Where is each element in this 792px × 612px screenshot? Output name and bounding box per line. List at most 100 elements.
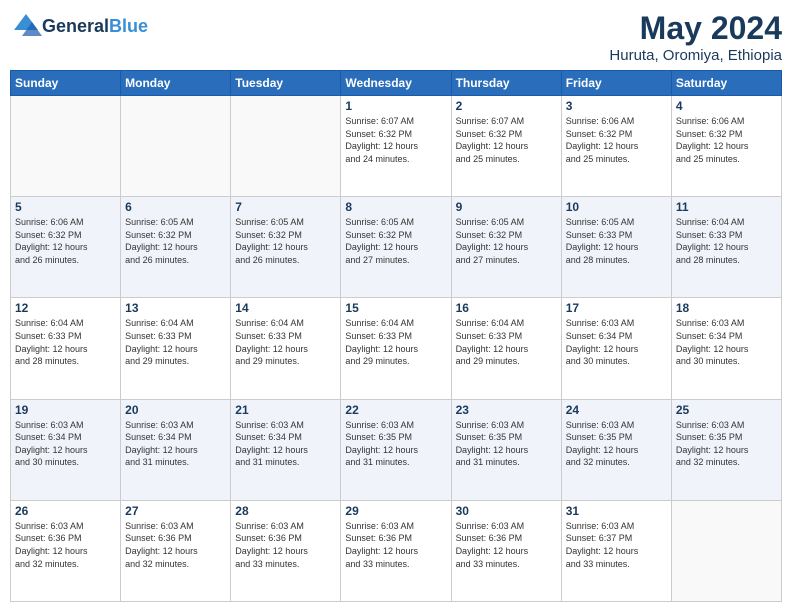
- day-info: Sunrise: 6:04 AM Sunset: 6:33 PM Dayligh…: [676, 216, 777, 266]
- day-number: 25: [676, 403, 777, 417]
- table-row: 4Sunrise: 6:06 AM Sunset: 6:32 PM Daylig…: [671, 96, 781, 197]
- col-sunday: Sunday: [11, 71, 121, 96]
- day-number: 26: [15, 504, 116, 518]
- logo-icon: [10, 10, 42, 42]
- calendar-week-row: 26 Sunrise: 6:03 AM Sunset: 6:36 PM Dayli…: [11, 500, 782, 601]
- table-row: 6 Sunrise: 6:05 AM Sunset: 6:32 PM Daylig…: [121, 197, 231, 298]
- title-area: May 2024 Huruta, Oromiya, Ethiopia: [609, 10, 782, 64]
- header: GeneralBlue May 2024 Huruta, Oromiya, Et…: [10, 10, 782, 64]
- day-info: Sunrise: 6:03 AM Sunset: 6:35 PM Dayligh…: [345, 419, 446, 469]
- table-row: 24Sunrise: 6:03 AM Sunset: 6:35 PM Dayli…: [561, 399, 671, 500]
- table-row: 2Sunrise: 6:07 AM Sunset: 6:32 PM Daylig…: [451, 96, 561, 197]
- table-row: 3Sunrise: 6:06 AM Sunset: 6:32 PM Daylig…: [561, 96, 671, 197]
- day-info: Sunrise: 6:06 AM Sunset: 6:32 PM Dayligh…: [566, 115, 667, 165]
- table-row: 15 Sunrise: 6:04 AM Sunset: 6:33 PM Dayli…: [341, 298, 451, 399]
- col-thursday: Thursday: [451, 71, 561, 96]
- day-info: Sunrise: 6:05 AM Sunset: 6:32 PM Dayligh…: [235, 216, 336, 266]
- day-info: Sunrise: 6:03 AM Sunset: 6:36 PM Dayligh…: [235, 520, 336, 570]
- table-row: 22 Sunrise: 6:03 AM Sunset: 6:35 PM Dayli…: [341, 399, 451, 500]
- col-friday: Friday: [561, 71, 671, 96]
- calendar-week-row: 19Sunrise: 6:03 AM Sunset: 6:34 PM Dayli…: [11, 399, 782, 500]
- day-info: Sunrise: 6:03 AM Sunset: 6:34 PM Dayligh…: [566, 317, 667, 367]
- day-number: 14: [235, 301, 336, 315]
- page: GeneralBlue May 2024 Huruta, Oromiya, Et…: [0, 0, 792, 612]
- day-number: 11: [676, 200, 777, 214]
- day-number: 13: [125, 301, 226, 315]
- day-number: 17: [566, 301, 667, 315]
- day-info: Sunrise: 6:04 AM Sunset: 6:33 PM Dayligh…: [345, 317, 446, 367]
- calendar-table: Sunday Monday Tuesday Wednesday Thursday…: [10, 70, 782, 602]
- table-row: 21 Sunrise: 6:03 AM Sunset: 6:34 PM Dayli…: [231, 399, 341, 500]
- day-number: 16: [456, 301, 557, 315]
- day-number: 9: [456, 200, 557, 214]
- table-row: 23 Sunrise: 6:03 AM Sunset: 6:35 PM Dayli…: [451, 399, 561, 500]
- day-info: Sunrise: 6:06 AM Sunset: 6:32 PM Dayligh…: [15, 216, 116, 266]
- day-number: 7: [235, 200, 336, 214]
- table-row: 19Sunrise: 6:03 AM Sunset: 6:34 PM Dayli…: [11, 399, 121, 500]
- day-number: 4: [676, 99, 777, 113]
- day-number: 22: [345, 403, 446, 417]
- day-number: 6: [125, 200, 226, 214]
- day-info: Sunrise: 6:04 AM Sunset: 6:33 PM Dayligh…: [15, 317, 116, 367]
- col-tuesday: Tuesday: [231, 71, 341, 96]
- calendar-week-row: 1 Sunrise: 6:07 AM Sunset: 6:32 PM Daylig…: [11, 96, 782, 197]
- table-row: 1 Sunrise: 6:07 AM Sunset: 6:32 PM Daylig…: [341, 96, 451, 197]
- day-info: Sunrise: 6:03 AM Sunset: 6:36 PM Dayligh…: [345, 520, 446, 570]
- day-info: Sunrise: 6:03 AM Sunset: 6:36 PM Dayligh…: [456, 520, 557, 570]
- day-info: Sunrise: 6:04 AM Sunset: 6:33 PM Dayligh…: [125, 317, 226, 367]
- table-row: 12 Sunrise: 6:04 AM Sunset: 6:33 PM Dayli…: [11, 298, 121, 399]
- logo: GeneralBlue: [10, 10, 148, 42]
- table-row: 16 Sunrise: 6:04 AM Sunset: 6:33 PM Dayli…: [451, 298, 561, 399]
- table-row: [671, 500, 781, 601]
- day-info: Sunrise: 6:05 AM Sunset: 6:32 PM Dayligh…: [345, 216, 446, 266]
- day-info: Sunrise: 6:05 AM Sunset: 6:32 PM Dayligh…: [125, 216, 226, 266]
- table-row: 14 Sunrise: 6:04 AM Sunset: 6:33 PM Dayli…: [231, 298, 341, 399]
- month-year: May 2024: [609, 10, 782, 47]
- day-number: 5: [15, 200, 116, 214]
- day-number: 21: [235, 403, 336, 417]
- day-number: 8: [345, 200, 446, 214]
- day-info: Sunrise: 6:03 AM Sunset: 6:37 PM Dayligh…: [566, 520, 667, 570]
- day-info: Sunrise: 6:04 AM Sunset: 6:33 PM Dayligh…: [456, 317, 557, 367]
- table-row: 20 Sunrise: 6:03 AM Sunset: 6:34 PM Dayli…: [121, 399, 231, 500]
- day-info: Sunrise: 6:07 AM Sunset: 6:32 PM Dayligh…: [456, 115, 557, 165]
- table-row: 31 Sunrise: 6:03 AM Sunset: 6:37 PM Dayli…: [561, 500, 671, 601]
- table-row: [121, 96, 231, 197]
- day-info: Sunrise: 6:07 AM Sunset: 6:32 PM Dayligh…: [345, 115, 446, 165]
- day-number: 24: [566, 403, 667, 417]
- calendar-header-row: Sunday Monday Tuesday Wednesday Thursday…: [11, 71, 782, 96]
- day-number: 20: [125, 403, 226, 417]
- day-number: 31: [566, 504, 667, 518]
- table-row: 7 Sunrise: 6:05 AM Sunset: 6:32 PM Daylig…: [231, 197, 341, 298]
- table-row: 10 Sunrise: 6:05 AM Sunset: 6:33 PM Dayli…: [561, 197, 671, 298]
- col-saturday: Saturday: [671, 71, 781, 96]
- day-number: 27: [125, 504, 226, 518]
- day-info: Sunrise: 6:05 AM Sunset: 6:33 PM Dayligh…: [566, 216, 667, 266]
- table-row: 29 Sunrise: 6:03 AM Sunset: 6:36 PM Dayli…: [341, 500, 451, 601]
- table-row: 27 Sunrise: 6:03 AM Sunset: 6:36 PM Dayli…: [121, 500, 231, 601]
- day-number: 1: [345, 99, 446, 113]
- day-number: 12: [15, 301, 116, 315]
- calendar-week-row: 5 Sunrise: 6:06 AM Sunset: 6:32 PM Daylig…: [11, 197, 782, 298]
- table-row: 8 Sunrise: 6:05 AM Sunset: 6:32 PM Daylig…: [341, 197, 451, 298]
- day-info: Sunrise: 6:03 AM Sunset: 6:34 PM Dayligh…: [125, 419, 226, 469]
- day-info: Sunrise: 6:04 AM Sunset: 6:33 PM Dayligh…: [235, 317, 336, 367]
- logo-text-general: General: [42, 16, 109, 37]
- day-info: Sunrise: 6:03 AM Sunset: 6:34 PM Dayligh…: [235, 419, 336, 469]
- day-info: Sunrise: 6:03 AM Sunset: 6:36 PM Dayligh…: [125, 520, 226, 570]
- day-info: Sunrise: 6:03 AM Sunset: 6:35 PM Dayligh…: [676, 419, 777, 469]
- day-info: Sunrise: 6:05 AM Sunset: 6:32 PM Dayligh…: [456, 216, 557, 266]
- day-number: 23: [456, 403, 557, 417]
- day-number: 15: [345, 301, 446, 315]
- day-number: 10: [566, 200, 667, 214]
- table-row: 11 Sunrise: 6:04 AM Sunset: 6:33 PM Dayli…: [671, 197, 781, 298]
- day-info: Sunrise: 6:03 AM Sunset: 6:35 PM Dayligh…: [456, 419, 557, 469]
- day-number: 29: [345, 504, 446, 518]
- table-row: 9 Sunrise: 6:05 AM Sunset: 6:32 PM Daylig…: [451, 197, 561, 298]
- col-monday: Monday: [121, 71, 231, 96]
- table-row: 28Sunrise: 6:03 AM Sunset: 6:36 PM Dayli…: [231, 500, 341, 601]
- day-info: Sunrise: 6:03 AM Sunset: 6:36 PM Dayligh…: [15, 520, 116, 570]
- table-row: 18Sunrise: 6:03 AM Sunset: 6:34 PM Dayli…: [671, 298, 781, 399]
- table-row: 13 Sunrise: 6:04 AM Sunset: 6:33 PM Dayli…: [121, 298, 231, 399]
- day-info: Sunrise: 6:03 AM Sunset: 6:34 PM Dayligh…: [15, 419, 116, 469]
